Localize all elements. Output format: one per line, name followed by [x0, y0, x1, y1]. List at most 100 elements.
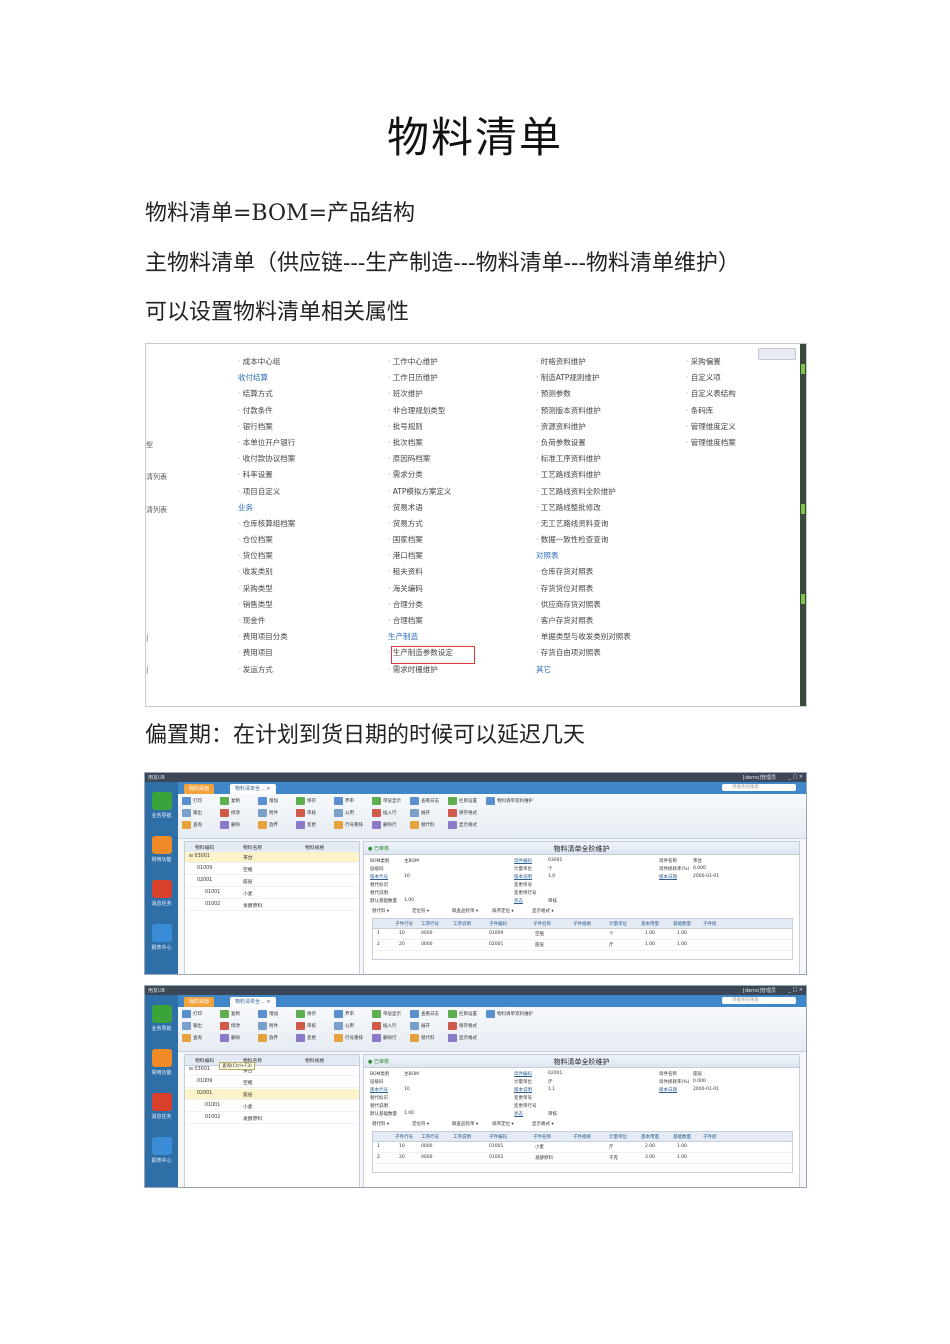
- menu-item[interactable]: 贸易术语: [388, 500, 453, 516]
- toolbar-button[interactable]: 删除: [231, 822, 240, 828]
- toolbar-button[interactable]: 放弃: [269, 1035, 278, 1041]
- toolbar-button[interactable]: 展开: [421, 810, 430, 816]
- toolbar-button[interactable]: 弃审: [345, 1011, 354, 1017]
- menu-item[interactable]: 采购偏置: [686, 354, 736, 370]
- tree-row[interactable]: 01001 小麦: [185, 888, 359, 899]
- toolbar-icon[interactable]: [182, 809, 191, 817]
- toolbar-icon[interactable]: [410, 797, 419, 805]
- menu-item[interactable]: 合理档案: [388, 613, 453, 629]
- toolbar-button[interactable]: 行号重排: [345, 822, 363, 828]
- nav-3-icon[interactable]: [152, 1137, 172, 1155]
- menu-item[interactable]: 科率设置: [238, 467, 295, 483]
- grid-toolbar-button[interactable]: 排序定位 ▾: [492, 908, 514, 914]
- menu-item[interactable]: 时格资料维护: [536, 354, 631, 370]
- menu-item[interactable]: 供应商存货对照表: [536, 597, 631, 613]
- menu-item[interactable]: 采购类型: [238, 581, 295, 597]
- toolbar-icon[interactable]: [296, 1034, 305, 1042]
- menu-item[interactable]: 原因码档案: [388, 451, 453, 467]
- toolbar-button[interactable]: 栏目设置: [459, 798, 477, 804]
- nav-0-icon[interactable]: [152, 792, 172, 810]
- grid-toolbar-button[interactable]: 联查品检单 ▾: [452, 908, 478, 914]
- toolbar-button[interactable]: 审核: [307, 1023, 316, 1029]
- window-controls[interactable]: _ □ ×: [788, 774, 803, 780]
- toolbar-button[interactable]: 栏目设置: [459, 1011, 477, 1017]
- toolbar-button[interactable]: 显示格式: [459, 1035, 477, 1041]
- menu-item[interactable]: 销售类型: [238, 597, 295, 613]
- grid-row[interactable]: 2 20 0000 02001 座层 斤 1.00 1.00: [373, 940, 792, 951]
- grid-toolbar-button[interactable]: 替代料 ▾: [372, 908, 389, 914]
- menu-item[interactable]: 结算方式: [238, 386, 295, 402]
- toolbar-icon[interactable]: [334, 1034, 343, 1042]
- tree-row[interactable]: 01002 发酵原料: [185, 1113, 359, 1124]
- tab-bom[interactable]: 物料清单全... ×: [230, 784, 276, 794]
- toolbar-button[interactable]: 替代料: [421, 822, 435, 828]
- toolbar-icon[interactable]: [182, 821, 191, 829]
- field-value[interactable]: 10: [404, 1087, 410, 1092]
- field-value[interactable]: 主BOM: [404, 1071, 419, 1077]
- tree-row[interactable]: 01002 发酵原料: [185, 900, 359, 911]
- toolbar-button[interactable]: 修改: [231, 1023, 240, 1029]
- menu-item[interactable]: 仓位档案: [238, 532, 295, 548]
- tab-desktop[interactable]: 我的桌面: [184, 784, 215, 794]
- toolbar-icon[interactable]: [220, 1010, 229, 1018]
- menu-item[interactable]: 数据一致性检查查询: [536, 532, 631, 548]
- toolbar-button[interactable]: 行号重排: [345, 1035, 363, 1041]
- menu-item[interactable]: 贸易方式: [388, 516, 453, 532]
- menu-item[interactable]: 管理维度定义: [686, 419, 736, 435]
- toolbar-icon[interactable]: [220, 821, 229, 829]
- menu-item[interactable]: 本单位开户银行: [238, 435, 296, 451]
- toolbar-icon[interactable]: [410, 809, 419, 817]
- menu-item[interactable]: 合理分类: [388, 597, 453, 613]
- menu-item[interactable]: 工作中心维护: [388, 354, 453, 370]
- toolbar-button[interactable]: 打印: [193, 1011, 202, 1017]
- tree-row[interactable]: 02001 座层: [185, 876, 359, 887]
- toolbar-icon[interactable]: [220, 1034, 229, 1042]
- toolbar-icon[interactable]: [448, 809, 457, 817]
- nav-0-icon[interactable]: [152, 1005, 172, 1023]
- toolbar-icon[interactable]: [182, 1022, 191, 1030]
- field-value[interactable]: 主BOM: [404, 858, 419, 864]
- toolbar-icon[interactable]: [296, 1010, 305, 1018]
- toolbar-icon[interactable]: [334, 809, 343, 817]
- toolbar-icon[interactable]: [448, 821, 457, 829]
- toolbar-button[interactable]: 审核: [307, 810, 316, 816]
- field-value[interactable]: 0.000: [693, 1079, 706, 1084]
- menu-item[interactable]: 租夫资料: [388, 564, 453, 580]
- menu-item[interactable]: 非合理规划类型: [388, 403, 453, 419]
- tree-row[interactable]: ⊟ 03001 茶台: [185, 852, 359, 863]
- toolbar-button[interactable]: 删除: [231, 1035, 240, 1041]
- toolbar-icon[interactable]: [258, 1010, 267, 1018]
- grid-toolbar-button[interactable]: 排序定位 ▾: [492, 1121, 514, 1127]
- tree-row[interactable]: 01009 空瓶: [185, 1077, 359, 1088]
- menu-item[interactable]: 国家档案: [388, 532, 453, 548]
- menu-item[interactable]: 工艺路线资料维护: [536, 467, 631, 483]
- menu-item[interactable]: 港口档案: [388, 548, 453, 564]
- grid-toolbar-button[interactable]: 联查品检单 ▾: [452, 1121, 478, 1127]
- menu-item[interactable]: 自定义项: [686, 370, 736, 386]
- toolbar-icon[interactable]: [372, 1034, 381, 1042]
- field-value[interactable]: 茶台: [693, 858, 702, 864]
- menu-item[interactable]: 工艺路线资料全阶维护: [536, 484, 631, 500]
- menu-item[interactable]: 收发类别: [238, 564, 295, 580]
- menu-item[interactable]: 班次维护: [388, 386, 453, 402]
- grid-row[interactable]: 2 20 0000 01002 发酵原料 千克 3.00 1.00: [373, 1153, 792, 1164]
- toolbar-button[interactable]: 变更: [307, 1035, 316, 1041]
- toolbar-icon[interactable]: [448, 797, 457, 805]
- search-input[interactable]: 单据条码搜索: [722, 997, 796, 1004]
- window-controls[interactable]: _ □ ×: [788, 987, 803, 993]
- field-value[interactable]: 1.1: [548, 1087, 555, 1092]
- menu-item[interactable]: 预测版本资料维护: [536, 403, 631, 419]
- field-value[interactable]: 审核: [548, 898, 557, 904]
- tab-bom[interactable]: 物料清单全... ×: [230, 997, 276, 1007]
- grid-toolbar-button[interactable]: 显示格式 ▾: [532, 1121, 554, 1127]
- field-value[interactable]: 1.00: [404, 898, 414, 903]
- toolbar-icon[interactable]: [372, 1022, 381, 1030]
- menu-item[interactable]: 制造ATP规则维护: [536, 370, 631, 386]
- toolbar-button[interactable]: 复制: [231, 1011, 240, 1017]
- menu-item[interactable]: 货位档案: [238, 548, 295, 564]
- menu-item[interactable]: 单据类型与收发类别对照表: [536, 629, 631, 645]
- toolbar-button[interactable]: 增加: [269, 1011, 278, 1017]
- menu-item[interactable]: 工作日历维护: [388, 370, 453, 386]
- toolbar-icon[interactable]: [296, 797, 305, 805]
- menu-item[interactable]: 费用项目: [238, 645, 295, 661]
